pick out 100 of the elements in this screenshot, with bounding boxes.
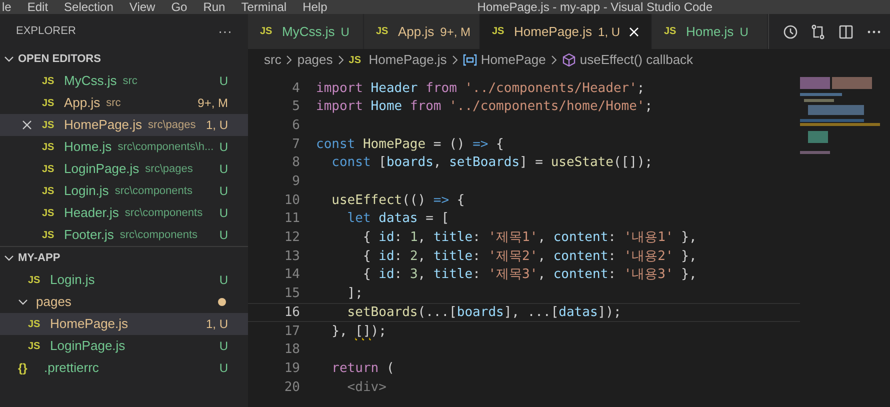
file-item[interactable]: JS MyCss.js src U — [0, 70, 248, 92]
file-item[interactable]: JS Home.js src\components\h... U — [0, 136, 248, 158]
js-label: JS — [42, 206, 56, 220]
breadcrumb-item[interactable]: useEffect() callback — [580, 50, 694, 70]
file-item[interactable]: JS LoginPage.js src\pages U — [0, 158, 248, 180]
breadcrumb-item[interactable]: pages — [297, 50, 333, 70]
js-label: JS — [492, 25, 506, 39]
js-label: JS — [42, 118, 56, 132]
editor-tab[interactable]: JS MyCss.js U — [248, 14, 364, 49]
git-status-label: 1, U — [206, 117, 228, 134]
code-line: { id: 1, title: '제목1', content: '내용1' }, — [362, 229, 697, 248]
menu-item[interactable]: Go — [171, 1, 188, 13]
editor-tab[interactable]: JS Home.js U — [652, 14, 768, 49]
window-title: HomePage.js - my-app - Visual Studio Code — [477, 1, 713, 13]
code-line: const HomePage = () => { — [316, 136, 504, 154]
git-status-label: U — [219, 73, 228, 90]
code-line: <div> — [346, 378, 386, 397]
breadcrumb-item[interactable]: HomePage.js — [368, 50, 447, 70]
file-path: src\components\h... — [118, 140, 214, 155]
file-path: src — [106, 96, 121, 111]
code-line: ]; — [346, 285, 363, 304]
file-item[interactable]: JS LoginPage.js U — [0, 335, 248, 357]
menu-item[interactable]: Help — [302, 1, 328, 13]
section-header[interactable]: MY-APP — [0, 247, 248, 269]
file-name: Login.js — [50, 271, 95, 290]
file-name: Home.js — [64, 138, 112, 156]
js-label: JS — [376, 25, 390, 39]
menu-item[interactable]: Selection — [64, 1, 114, 13]
file-path: src\components — [114, 184, 192, 199]
js-label: JS — [28, 318, 42, 332]
js-label: JS — [42, 184, 56, 198]
file-name: HomePage.js — [64, 116, 142, 134]
js-label: JS — [42, 162, 56, 176]
code-line: const [boards, setBoards] = useState([]); — [330, 154, 653, 172]
file-item[interactable]: JS HomePage.js 1, U — [0, 313, 248, 335]
line-number: 10 — [283, 192, 300, 210]
file-item[interactable]: JS Header.js src\components U — [0, 202, 248, 224]
git-status-label: U — [219, 272, 228, 289]
code-line: useEffect(() => { — [330, 192, 465, 210]
line-number: 5 — [291, 98, 300, 116]
line-number: 17 — [283, 322, 300, 341]
tab-label: App.js — [398, 22, 434, 41]
code-line: import Home from '../components/home/Home'; — [316, 98, 653, 116]
file-path: src\components — [124, 206, 203, 221]
file-path: src\components — [120, 228, 198, 243]
git-status-label: U — [219, 227, 228, 244]
line-number: 15 — [283, 285, 300, 304]
git-status-label: U — [740, 24, 748, 40]
file-item[interactable]: JS App.js src 9+, M — [0, 92, 248, 114]
menu-item[interactable]: View — [129, 1, 156, 13]
git-status-label: 9+, M — [198, 95, 228, 112]
file-name: LoginPage.js — [64, 160, 140, 178]
file-name: Header.js — [64, 204, 119, 222]
file-item[interactable]: {} .prettierrc U — [0, 357, 248, 379]
menu-item[interactable]: Edit — [27, 1, 48, 13]
breadcrumb-item[interactable]: src — [264, 50, 282, 70]
line-number: 4 — [291, 80, 300, 98]
section-title: MY-APP — [18, 250, 60, 266]
git-status-label: U — [219, 338, 228, 355]
line-number: 8 — [291, 154, 300, 172]
code-line: }, []); — [330, 322, 386, 341]
line-number: 16 — [283, 304, 300, 322]
line-number: 6 — [291, 116, 300, 135]
file-item[interactable]: JS Login.js src\components U — [0, 180, 248, 202]
file-item[interactable]: JS Login.js U — [0, 269, 248, 291]
more-actions-icon[interactable]: ··· — [218, 20, 232, 42]
line-number: 11 — [283, 210, 300, 228]
editor-tab[interactable]: JS HomePage.js 1, U — [480, 14, 652, 49]
git-status-label: U — [219, 205, 228, 222]
menu-item[interactable]: Run — [203, 1, 226, 13]
file-name: App.js — [64, 94, 100, 112]
js-label: JS — [28, 340, 42, 354]
file-name: Footer.js — [64, 226, 114, 244]
breadcrumb-item[interactable]: HomePage — [480, 50, 546, 70]
file-name: Login.js — [64, 182, 109, 200]
line-number: 18 — [283, 341, 300, 360]
file-item[interactable]: JS HomePage.js src\pages 1, U — [0, 114, 248, 136]
section-header[interactable]: OPEN EDITORS — [0, 48, 248, 70]
file-item[interactable]: JS Footer.js src\components U — [0, 224, 248, 246]
editor-tab[interactable]: JS App.js 9+, M — [364, 14, 480, 49]
code-line: import Header from '../components/Header'; — [316, 80, 645, 98]
git-status-label: 1, U — [598, 24, 620, 40]
sidebar-title: EXPLORER — [16, 24, 76, 39]
js-label: JS — [664, 25, 678, 39]
file-path: src — [122, 74, 138, 89]
js-label: JS — [260, 25, 274, 39]
js-label: JS — [42, 140, 56, 154]
menu-item[interactable]: Terminal — [241, 1, 287, 13]
menu-item[interactable]: le — [2, 1, 12, 13]
code-line: return ( — [330, 360, 394, 378]
git-status-label: U — [219, 161, 228, 178]
file-name: MyCss.js — [64, 72, 117, 90]
file-item[interactable]: pages — [0, 291, 248, 313]
code-line: { id: 3, title: '제목3', content: '내용3' }, — [362, 266, 697, 284]
section-title: OPEN EDITORS — [18, 52, 101, 67]
js-label: JS — [42, 74, 56, 88]
code-line: let datas = [ — [346, 210, 450, 228]
git-status-label: U — [219, 139, 228, 156]
js-label: JS — [42, 96, 56, 110]
line-number: 19 — [283, 360, 300, 378]
